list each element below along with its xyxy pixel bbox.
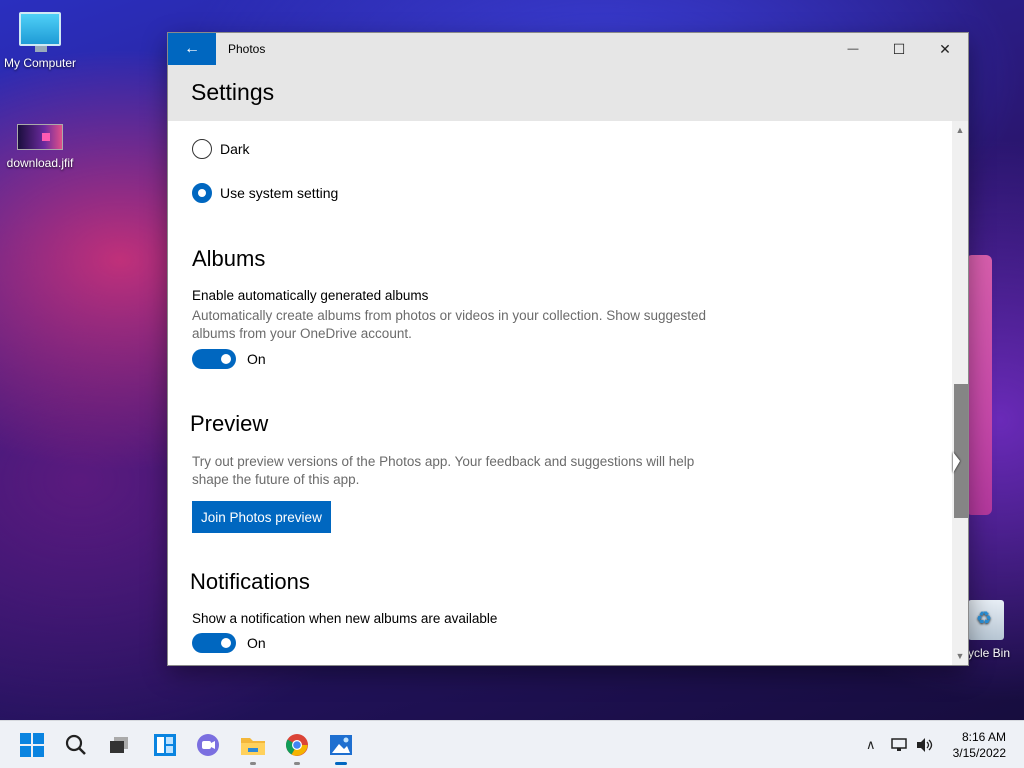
albums-description: Automatically create albums from photos … bbox=[192, 308, 707, 341]
settings-content: Dark Use system setting Albums Enable au… bbox=[168, 121, 952, 665]
back-arrow-icon: ← bbox=[184, 40, 200, 57]
albums-section-title: Albums bbox=[192, 246, 266, 271]
close-icon: ✕ bbox=[939, 40, 951, 57]
title-bar[interactable]: ← Photos — ☐ ✕ bbox=[168, 33, 968, 65]
close-button[interactable]: ✕ bbox=[922, 33, 968, 65]
scroll-down-icon[interactable]: ▼ bbox=[952, 649, 968, 663]
chat-button[interactable] bbox=[192, 729, 224, 761]
mouse-cursor-icon bbox=[953, 452, 960, 473]
radio-button[interactable] bbox=[192, 183, 212, 203]
maximize-button[interactable]: ☐ bbox=[876, 33, 922, 65]
network-icon[interactable] bbox=[890, 737, 908, 753]
page-header: Settings bbox=[168, 65, 968, 121]
clock-date: 3/15/2022 bbox=[952, 746, 1006, 760]
toggle-switch[interactable] bbox=[192, 633, 236, 653]
maximize-icon: ☐ bbox=[892, 40, 906, 57]
system-tray: ∧ bbox=[866, 721, 934, 768]
clock-time: 8:16 AM bbox=[961, 730, 1006, 744]
desktop-icon-label: My Computer bbox=[3, 56, 77, 70]
radio-button[interactable] bbox=[192, 139, 212, 159]
notifications-toggle[interactable]: On bbox=[192, 633, 266, 653]
albums-setting-label: Enable automatically generated albums bbox=[192, 288, 429, 303]
desktop-icon-label: cycle Bin bbox=[962, 646, 1011, 660]
toggle-state-label: On bbox=[247, 635, 266, 651]
image-file-icon bbox=[17, 124, 63, 150]
scrollbar-thumb[interactable] bbox=[954, 384, 968, 518]
toggle-state-label: On bbox=[247, 351, 266, 367]
window-controls: — ☐ ✕ bbox=[830, 33, 968, 65]
theme-option-system[interactable]: Use system setting bbox=[192, 183, 338, 203]
join-preview-button[interactable]: Join Photos preview bbox=[192, 501, 331, 533]
taskbar: ∧ 8:16 AM 3/15/2022 bbox=[0, 720, 1024, 768]
widgets-button[interactable] bbox=[149, 729, 181, 761]
desktop-icon-download-jfif[interactable]: download.jfif bbox=[0, 124, 80, 170]
chat-icon bbox=[197, 734, 219, 756]
chrome-button[interactable] bbox=[281, 729, 313, 765]
radio-label: Dark bbox=[220, 141, 250, 157]
minimize-icon: — bbox=[847, 43, 859, 55]
albums-toggle[interactable]: On bbox=[192, 349, 266, 369]
notifications-setting-label: Show a notification when new albums are … bbox=[192, 611, 498, 626]
window-title: Photos bbox=[228, 42, 266, 56]
computer-icon bbox=[19, 12, 61, 52]
back-button[interactable]: ← bbox=[168, 33, 216, 65]
search-button[interactable] bbox=[60, 729, 92, 761]
background-window-edge bbox=[966, 255, 992, 515]
clock[interactable]: 8:16 AM 3/15/2022 bbox=[953, 729, 1006, 761]
photos-icon bbox=[330, 735, 352, 755]
page-title: Settings bbox=[191, 79, 275, 105]
desktop-icon-label: download.jfif bbox=[6, 156, 74, 170]
theme-option-dark[interactable]: Dark bbox=[192, 139, 250, 159]
show-hidden-icons-button[interactable]: ∧ bbox=[866, 737, 876, 753]
preview-description: Try out preview versions of the Photos a… bbox=[192, 454, 695, 487]
file-explorer-button[interactable] bbox=[237, 729, 269, 765]
toggle-switch[interactable] bbox=[192, 349, 236, 369]
photos-window: ← Photos — ☐ ✕ Settings Dark Use system … bbox=[168, 33, 968, 665]
desktop-icon-my-computer[interactable]: My Computer bbox=[0, 12, 80, 70]
photos-taskbar-button[interactable] bbox=[325, 729, 357, 765]
minimize-button[interactable]: — bbox=[830, 33, 876, 65]
chrome-icon bbox=[286, 734, 308, 756]
radio-label: Use system setting bbox=[220, 185, 339, 201]
vertical-scrollbar[interactable]: ▲ ▼ bbox=[952, 121, 968, 665]
recycle-bin-icon bbox=[968, 600, 1004, 640]
widgets-icon bbox=[154, 734, 176, 756]
windows-logo-icon bbox=[20, 733, 44, 757]
preview-section-title: Preview bbox=[190, 411, 269, 436]
folder-icon bbox=[241, 738, 265, 755]
task-view-icon bbox=[110, 737, 128, 753]
notifications-section-title: Notifications bbox=[190, 569, 310, 594]
start-button[interactable] bbox=[16, 729, 48, 761]
task-view-button[interactable] bbox=[103, 729, 135, 761]
search-icon bbox=[65, 734, 86, 755]
volume-icon[interactable] bbox=[916, 737, 934, 753]
scroll-up-icon[interactable]: ▲ bbox=[952, 123, 968, 137]
